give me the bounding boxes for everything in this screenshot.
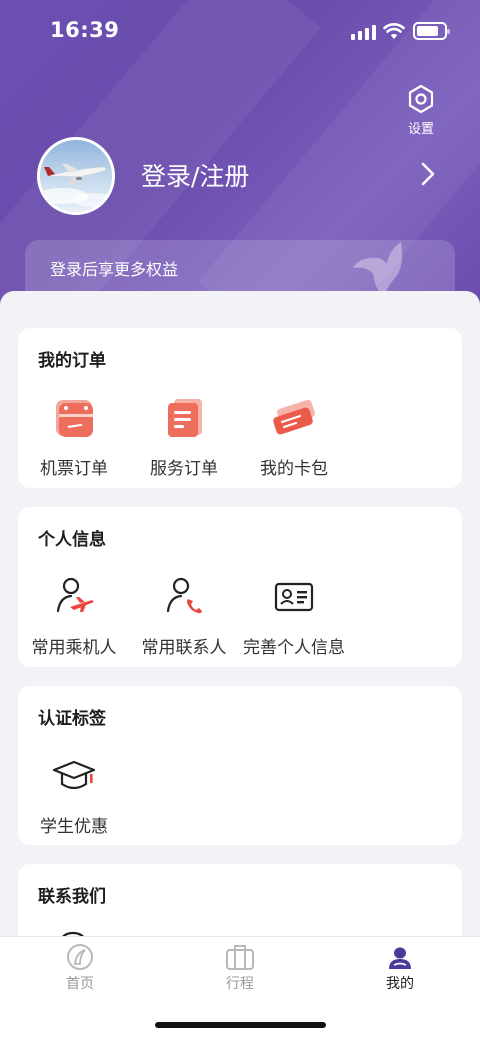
signal-icon <box>351 24 377 40</box>
tab-mine[interactable]: 我的 <box>360 943 440 993</box>
id-card-icon <box>274 582 314 612</box>
personal-item-label: 完善个人信息 <box>243 638 345 658</box>
wifi-icon <box>383 23 405 39</box>
status-time: 16:39 <box>50 18 120 42</box>
section-title: 认证标签 <box>38 709 106 729</box>
section-title: 个人信息 <box>38 530 106 550</box>
profile-icon <box>389 947 411 969</box>
frequent-contact-button[interactable]: 常用联系人 <box>129 573 239 658</box>
ticket-order-button[interactable]: 机票订单 <box>19 394 129 479</box>
status-bar: 16:39 <box>0 0 480 64</box>
battery-icon <box>413 22 450 40</box>
certification-card: 认证标签 学生优惠 <box>18 686 462 845</box>
tab-label: 首页 <box>66 976 94 992</box>
tab-trips[interactable]: 行程 <box>200 943 280 993</box>
settings-button[interactable]: 设置 <box>400 84 442 137</box>
chevron-right-icon[interactable] <box>416 160 440 188</box>
my-orders-card: 我的订单 机票订单 服务订单 我的卡包 <box>18 328 462 488</box>
contact-us-card: 联系我们 <box>18 864 462 941</box>
tab-label: 行程 <box>226 976 254 992</box>
luggage-icon <box>226 945 254 970</box>
ticket-order-icon <box>56 400 93 437</box>
main-content: 我的订单 机票订单 服务订单 我的卡包 个人信息 常用乘机人 常用联系人 完善个… <box>0 291 480 941</box>
avatar[interactable] <box>37 137 115 215</box>
home-icon <box>67 944 93 970</box>
section-title: 我的订单 <box>38 351 106 371</box>
login-register-link[interactable]: 登录/注册 <box>141 157 249 193</box>
home-indicator <box>155 1022 326 1028</box>
personal-item-label: 常用联系人 <box>141 638 227 658</box>
personal-item-label: 常用乘机人 <box>31 638 117 658</box>
order-item-label: 机票订单 <box>40 459 108 479</box>
contact-icon <box>166 577 202 614</box>
complete-profile-button[interactable]: 完善个人信息 <box>239 573 349 658</box>
order-item-label: 我的卡包 <box>260 459 328 479</box>
tab-label: 我的 <box>386 976 414 992</box>
graduation-cap-icon <box>52 760 96 790</box>
settings-label: 设置 <box>407 122 434 137</box>
airplane-icon <box>40 164 112 207</box>
frequent-passenger-button[interactable]: 常用乘机人 <box>19 573 129 658</box>
gear-icon <box>408 84 434 114</box>
student-discount-button[interactable]: 学生优惠 <box>19 752 129 837</box>
section-title: 联系我们 <box>38 887 106 907</box>
benefit-text: 登录后享更多权益 <box>50 260 179 279</box>
order-item-label: 服务订单 <box>150 459 218 479</box>
card-wallet-icon <box>273 399 315 435</box>
card-wallet-button[interactable]: 我的卡包 <box>239 394 349 479</box>
tab-home[interactable]: 首页 <box>40 943 120 993</box>
certification-item-label: 学生优惠 <box>40 817 108 837</box>
service-order-button[interactable]: 服务订单 <box>129 394 239 479</box>
service-order-icon <box>168 399 202 437</box>
passenger-icon <box>56 577 94 613</box>
personal-info-card: 个人信息 常用乘机人 常用联系人 完善个人信息 <box>18 507 462 667</box>
